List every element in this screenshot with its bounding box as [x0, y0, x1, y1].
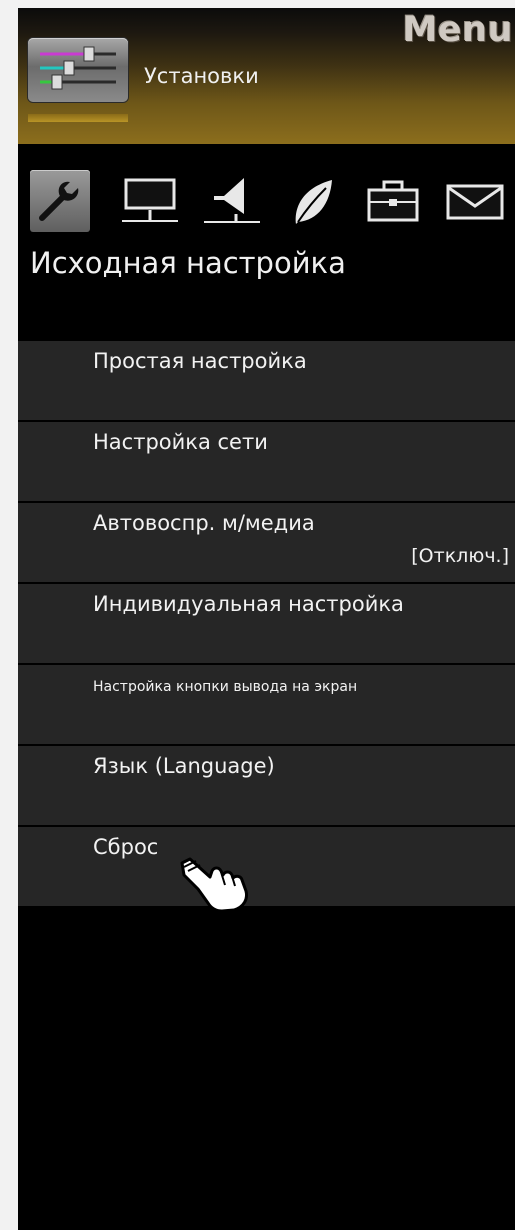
envelope-icon[interactable]: [446, 184, 504, 224]
menu-item-display-button-setup[interactable]: Настройка кнопки вывода на экран: [18, 665, 515, 744]
toolbox-icon[interactable]: [366, 180, 420, 228]
menu-item-individual-setup[interactable]: Индивидуальная настройка: [18, 584, 515, 663]
leaf-icon[interactable]: [288, 178, 336, 232]
menu-item-easy-setup[interactable]: Простая настройка: [18, 341, 515, 420]
menu-item-label: Настройка сети: [93, 430, 268, 454]
category-underline: [28, 114, 128, 122]
menu-item-label: Язык (Language): [93, 754, 275, 778]
menu-item-media-autoplay[interactable]: Автовоспр. м/медиа [Отключ.]: [18, 503, 515, 582]
sliders-icon: [28, 38, 128, 102]
menu-item-label: Настройка кнопки вывода на экран: [93, 679, 358, 695]
menu-item-value: [Отключ.]: [411, 545, 509, 567]
menu-item-label: Простая настройка: [93, 349, 307, 373]
menu-item-label: Индивидуальная настройка: [93, 592, 404, 616]
category-icons: [18, 166, 515, 234]
settings-menu-list: Простая настройка Настройка сети Автовос…: [18, 341, 515, 913]
speaker-icon[interactable]: [204, 174, 260, 234]
menu-item-language[interactable]: Язык (Language): [18, 746, 515, 825]
menu-header: Menu Установки: [18, 8, 515, 144]
menu-item-label: Автовоспр. м/медиа: [93, 511, 315, 535]
menu-item-reset[interactable]: Сброс: [18, 827, 515, 913]
hand-pointer-icon: [176, 855, 254, 913]
menu-title: Menu: [402, 10, 513, 50]
category-label: Установки: [144, 64, 259, 88]
wrench-icon[interactable]: [30, 170, 90, 232]
monitor-icon[interactable]: [122, 176, 178, 232]
menu-panel: Menu Установки Исходная настройка Проста…: [18, 8, 515, 1230]
menu-item-network-setup[interactable]: Настройка сети: [18, 422, 515, 501]
section-title: Исходная настройка: [30, 246, 346, 280]
menu-item-label: Сброс: [93, 835, 159, 859]
